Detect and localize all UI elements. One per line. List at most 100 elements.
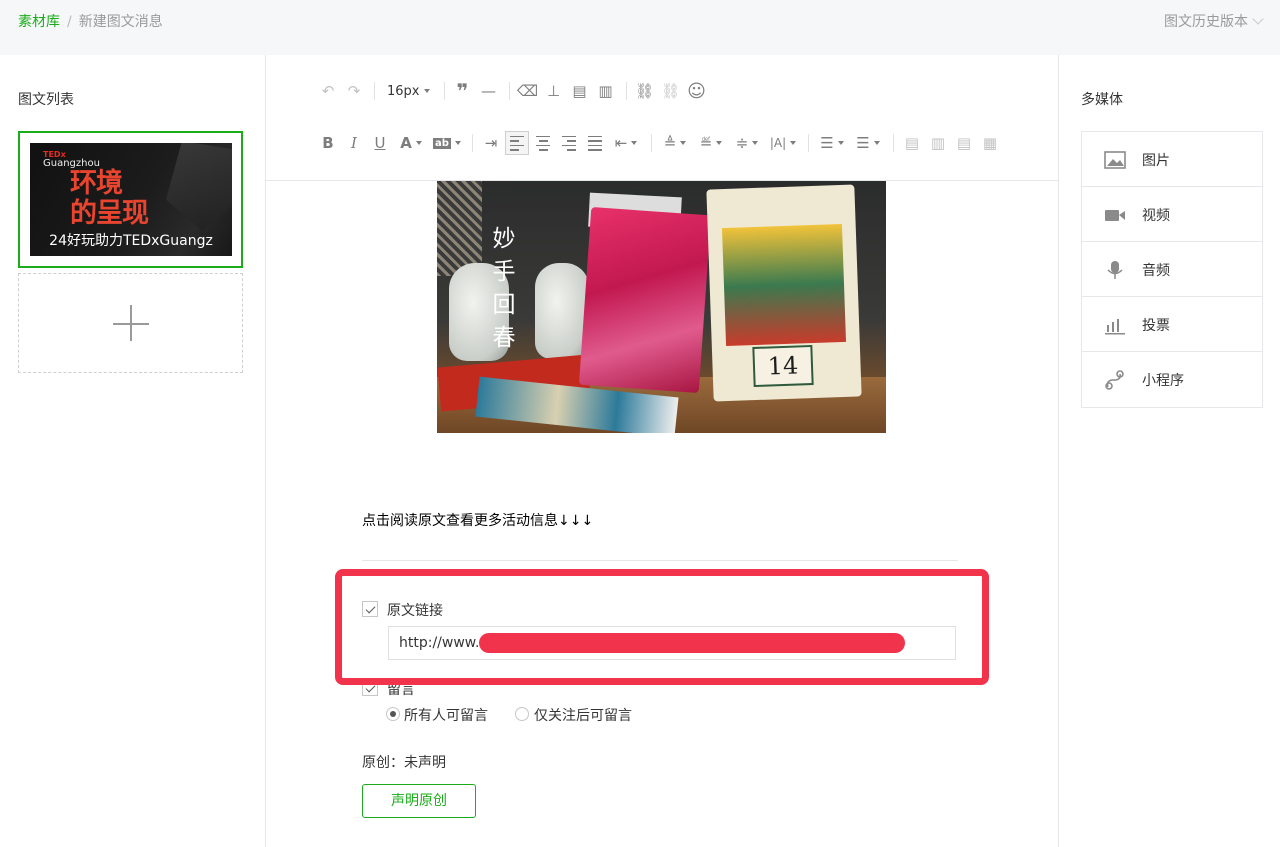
redo-icon[interactable]: ↷	[342, 79, 366, 103]
align-center-lines	[536, 135, 550, 151]
audio-icon	[1107, 261, 1123, 279]
spacing-after-icon[interactable]: ≝	[694, 131, 728, 155]
caret-down-icon	[423, 89, 430, 93]
caret-down-icon	[716, 141, 723, 145]
link-icon[interactable]: ⛓	[633, 79, 657, 103]
image-icon	[1104, 151, 1126, 169]
font-size-select[interactable]: 16px	[381, 79, 436, 103]
originality-status: 原创：未声明	[362, 752, 446, 772]
caret-down-icon	[752, 141, 759, 145]
align-left-icon[interactable]	[505, 131, 529, 155]
comment-followers-radio[interactable]	[515, 707, 529, 721]
clear-format-icon[interactable]: ⌫	[516, 79, 540, 103]
letter-spacing-icon[interactable]: |A|	[766, 131, 800, 155]
horizontal-rule-icon[interactable]: —	[477, 79, 501, 103]
format-brush-icon[interactable]: ⊥	[542, 79, 566, 103]
media-item-mini-program[interactable]: 小程序	[1082, 352, 1262, 407]
first-line-indent-icon[interactable]: ⇤	[609, 131, 643, 155]
cover-headline: 环境 的呈现	[70, 168, 149, 229]
caret-down-icon	[873, 141, 880, 145]
underline-icon[interactable]: U	[368, 131, 392, 155]
declare-original-button[interactable]: 声明原创	[362, 784, 476, 818]
chevron-down-icon	[1252, 13, 1264, 25]
unlink-icon[interactable]: ⛓	[659, 79, 683, 103]
align-justify-lines	[588, 135, 602, 151]
caret-down-icon	[415, 141, 422, 145]
toolbar-divider	[893, 134, 894, 152]
article-caption: 24好玩助力TEDxGuangz	[49, 233, 213, 249]
article-card-selected[interactable]: TEDx Guangzhou 环境 的呈现 24好玩助力TEDxGuangz	[18, 131, 243, 268]
emoji-icon[interactable]: ☺	[685, 79, 709, 103]
comment-everyone-radio[interactable]	[386, 707, 400, 721]
unordered-list-icon[interactable]: ☰	[851, 131, 885, 155]
breadcrumb-current: 新建图文消息	[78, 14, 163, 30]
font-color-icon[interactable]: A	[394, 131, 428, 155]
hero-lattice	[437, 181, 482, 276]
article-cover-image: TEDx Guangzhou 环境 的呈现 24好玩助力TEDxGuangz	[30, 143, 232, 256]
indent-icon[interactable]: ⇥	[479, 131, 503, 155]
comment-everyone-label[interactable]: 所有人可留言	[404, 705, 488, 725]
image-left-icon[interactable]: ▤	[900, 131, 924, 155]
media-item-label: 小程序	[1142, 373, 1184, 389]
add-article-button[interactable]	[18, 273, 243, 373]
multimedia-list: 图片 视频 音频 投票 小程序	[1081, 131, 1263, 408]
toolbar-divider	[472, 134, 473, 152]
video-icon	[1105, 210, 1125, 221]
media-item-label: 音频	[1142, 263, 1170, 279]
caret-down-icon	[631, 141, 638, 145]
toolbar-row-2: B I U A ab ⇥ ⇤ ≜ ≝ ≑ |A| ☰ ☰ ▤ ▥ ▤ ▦	[316, 130, 1004, 156]
originality-value: 未声明	[404, 755, 446, 771]
highlight-annotation-box	[335, 569, 989, 685]
hero-calendar-art	[721, 223, 847, 347]
image-center-icon[interactable]: ▦	[978, 131, 1002, 155]
blockquote-icon[interactable]: ❞	[451, 79, 475, 103]
media-item-label: 投票	[1142, 318, 1170, 334]
align-center-icon[interactable]	[531, 131, 555, 155]
comment-followers-label[interactable]: 仅关注后可留言	[534, 705, 632, 725]
image-inline-icon[interactable]: ▥	[926, 131, 950, 155]
media-item-image[interactable]: 图片	[1082, 132, 1262, 187]
breadcrumb: 素材库 / 新建图文消息	[18, 11, 163, 31]
italic-icon[interactable]: I	[342, 131, 366, 155]
image-right-icon[interactable]: ▤	[952, 131, 976, 155]
align-right-icon[interactable]	[557, 131, 581, 155]
plus-icon-vertical	[130, 305, 132, 341]
multimedia-panel: 多媒体 图片 视频 音频 投票 小程序	[1058, 55, 1280, 847]
bold-icon[interactable]: B	[316, 131, 340, 155]
ordered-list-icon[interactable]: ☰	[815, 131, 849, 155]
caret-down-icon	[680, 141, 687, 145]
hero-calendar-number: 14	[752, 344, 814, 388]
history-versions-dropdown[interactable]: 图文历史版本	[1164, 11, 1264, 31]
media-item-vote[interactable]: 投票	[1082, 297, 1262, 352]
media-item-label: 图片	[1142, 153, 1170, 169]
line-height-icon[interactable]: ≑	[730, 131, 764, 155]
paste-text-icon[interactable]: ▥	[594, 79, 618, 103]
toolbar-row-1: ↶ ↷ 16px ❞ — ⌫ ⊥ ▤ ▥ ⛓ ⛓ ☺	[316, 78, 711, 104]
article-list-panel: 图文列表 TEDx Guangzhou 环境 的呈现 24好玩助力TEDxGuan…	[0, 55, 266, 847]
spacing-before-icon[interactable]: ≜	[658, 131, 692, 155]
toolbar-divider	[508, 82, 510, 100]
toolbar-divider	[808, 134, 809, 152]
article-hero-image[interactable]: 14 妙手回春	[437, 181, 886, 433]
media-item-audio[interactable]: 音频	[1082, 242, 1262, 297]
breadcrumb-material-library[interactable]: 素材库	[18, 14, 60, 30]
editor-panel: ↶ ↷ 16px ❞ — ⌫ ⊥ ▤ ▥ ⛓ ⛓ ☺ B I U A ab ⇥	[266, 55, 1058, 847]
undo-icon[interactable]: ↶	[316, 79, 340, 103]
editor-toolbar: ↶ ↷ 16px ❞ — ⌫ ⊥ ▤ ▥ ⛓ ⛓ ☺ B I U A ab ⇥	[266, 55, 1058, 181]
toolbar-divider	[625, 82, 627, 100]
align-justify-icon[interactable]	[583, 131, 607, 155]
history-versions-label: 图文历史版本	[1164, 14, 1248, 30]
insert-template-icon[interactable]: ▤	[568, 79, 592, 103]
vote-icon	[1105, 319, 1125, 335]
align-left-lines	[510, 135, 524, 151]
background-color-icon[interactable]: ab	[430, 131, 464, 155]
caret-down-icon	[837, 141, 844, 145]
read-more-text: 点击阅读原文查看更多活动信息↓↓↓	[362, 513, 594, 529]
multimedia-title: 多媒体	[1081, 92, 1123, 108]
hero-floral-bag	[578, 207, 712, 393]
media-item-video[interactable]: 视频	[1082, 187, 1262, 242]
content-divider	[362, 560, 958, 561]
caret-down-icon	[454, 141, 461, 145]
media-item-label: 视频	[1142, 208, 1170, 224]
background-color-swatch: ab	[433, 137, 451, 149]
